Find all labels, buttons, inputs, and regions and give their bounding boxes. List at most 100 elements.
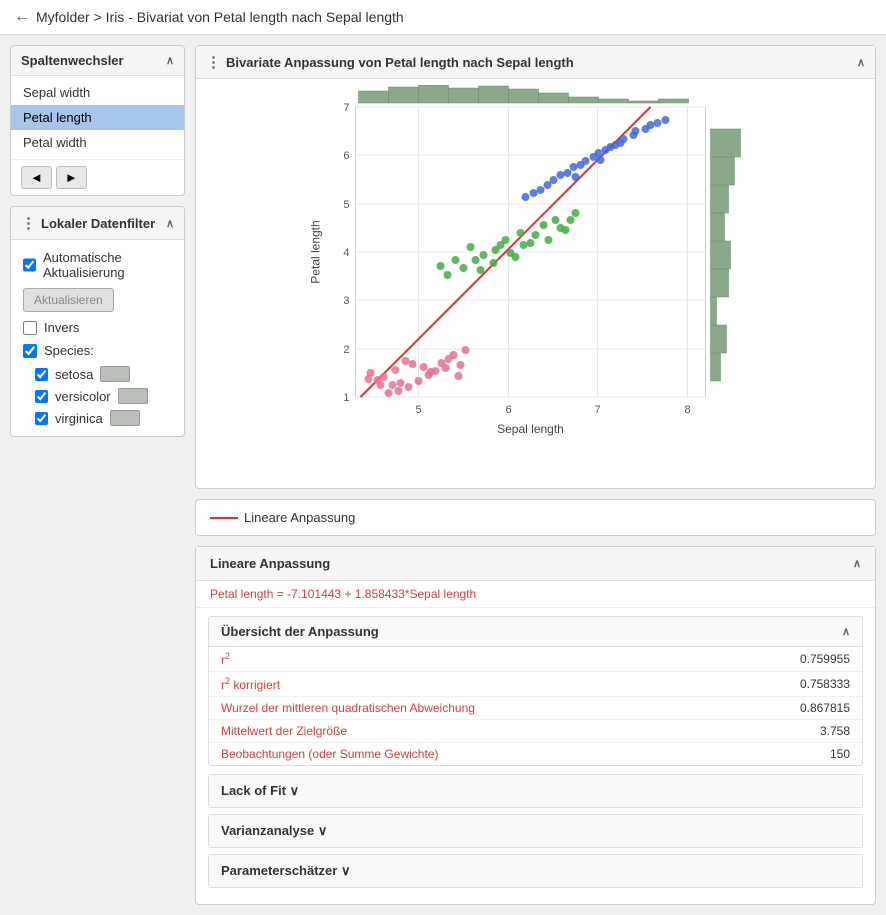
svg-text:8: 8: [684, 404, 690, 416]
parameterschaetzer-label: Parameterschätzer ∨: [221, 863, 350, 879]
spaltenwechsler-chevron[interactable]: ∧: [166, 54, 174, 67]
legend-line: [210, 517, 238, 519]
auto-update-row: Automatische Aktualisierung: [23, 250, 172, 280]
svg-text:3: 3: [343, 295, 349, 307]
lack-of-fit-label: Lack of Fit ∨: [221, 783, 299, 799]
legend-panel: Lineare Anpassung: [195, 499, 876, 536]
svg-text:Petal length: Petal length: [309, 220, 323, 283]
species-versicolor: versicolor: [35, 388, 172, 404]
ubersicht-section: Übersicht der Anpassung ∧ r2 0.759955 r2…: [208, 616, 863, 766]
datenfilter-panel: ⋮ Lokaler Datenfilter ∧ Automatische Akt…: [10, 206, 185, 437]
svg-text:6: 6: [343, 150, 349, 162]
svg-text:5: 5: [343, 199, 349, 211]
left-panel: Spaltenwechsler ∧ Sepal width Petal leng…: [10, 45, 185, 905]
stat-label-rmse: Wurzel der mittleren quadratischen Abwei…: [209, 697, 725, 720]
ubersicht-header: Übersicht der Anpassung ∧: [209, 617, 862, 647]
fit-title: Lineare Anpassung: [210, 556, 330, 571]
chart-chevron[interactable]: ∧: [857, 56, 865, 69]
datenfilter-chevron[interactable]: ∧: [166, 217, 174, 230]
legend-linear-fit: Lineare Anpassung: [210, 510, 355, 525]
fit-chevron[interactable]: ∧: [853, 557, 861, 570]
stat-label-r2: r2: [209, 647, 725, 672]
stat-value-mean: 3.758: [725, 720, 862, 743]
species-label: Species:: [44, 343, 94, 358]
virginica-color: [110, 410, 140, 426]
versicolor-label: versicolor: [55, 389, 111, 404]
svg-text:7: 7: [594, 404, 600, 416]
stat-label-mean: Mittelwert der Zielgröße: [209, 720, 725, 743]
spaltenwechsler-header: Spaltenwechsler ∧: [11, 46, 184, 76]
right-panel: ⋮ Bivariate Anpassung von Petal length n…: [195, 45, 876, 905]
filter-content: Automatische Aktualisierung Aktualisiere…: [11, 240, 184, 436]
column-list: Sepal width Petal length Petal width: [11, 76, 184, 159]
lack-of-fit-section: Lack of Fit ∨: [208, 774, 863, 808]
chart-dots-icon[interactable]: ⋮: [206, 53, 221, 71]
virginica-label: virginica: [55, 411, 103, 426]
datenfilter-header: ⋮ Lokaler Datenfilter ∧: [11, 207, 184, 240]
svg-text:2: 2: [343, 344, 349, 356]
stat-label-obs: Beobachtungen (oder Summe Gewichte): [209, 743, 725, 766]
auto-update-label: Automatische Aktualisierung: [43, 250, 172, 280]
dots-icon[interactable]: ⋮: [21, 214, 36, 232]
species-setosa: setosa: [35, 366, 172, 382]
auto-update-checkbox[interactable]: [23, 258, 36, 272]
chart-title: Bivariate Anpassung von Petal length nac…: [226, 55, 574, 70]
varianzanalyse-label: Varianzanalyse ∨: [221, 823, 327, 839]
column-item-sepal-width[interactable]: Sepal width: [11, 80, 184, 105]
lack-of-fit-header[interactable]: Lack of Fit ∨: [209, 775, 862, 807]
versicolor-color: [118, 388, 148, 404]
virginica-checkbox[interactable]: [35, 412, 48, 425]
table-row: Beobachtungen (oder Summe Gewichte) 150: [209, 743, 862, 766]
nav-buttons: ◄ ►: [11, 159, 184, 195]
species-indent: setosa versicolor virginica: [23, 366, 172, 426]
svg-text:5: 5: [415, 404, 421, 416]
table-row: r2 korrigiert 0.758333: [209, 672, 862, 697]
datenfilter-title: Lokaler Datenfilter: [41, 216, 155, 231]
topbar: ← Myfolder > Iris - Bivariat von Petal l…: [0, 0, 886, 35]
fit-panel-inner: Petal length = -7.101443 + 1.858433*Sepa…: [196, 581, 875, 904]
svg-text:Sepal length: Sepal length: [497, 422, 564, 436]
setosa-checkbox[interactable]: [35, 368, 48, 381]
species-row: Species:: [23, 343, 172, 358]
svg-text:7: 7: [343, 102, 349, 114]
setosa-label: setosa: [55, 367, 93, 382]
varianzanalyse-header[interactable]: Varianzanalyse ∨: [209, 815, 862, 847]
breadcrumb: Myfolder > Iris - Bivariat von Petal len…: [36, 9, 404, 25]
main-layout: Spaltenwechsler ∧ Sepal width Petal leng…: [0, 35, 886, 915]
ubersicht-title: Übersicht der Anpassung: [221, 624, 379, 639]
stat-value-r2-corr: 0.758333: [725, 672, 862, 697]
ubersicht-chevron[interactable]: ∧: [842, 625, 850, 638]
fit-panel: Lineare Anpassung ∧ Petal length = -7.10…: [195, 546, 876, 905]
next-button[interactable]: ►: [56, 166, 87, 189]
back-button[interactable]: ←: [14, 8, 30, 26]
setosa-color: [100, 366, 130, 382]
species-checkbox[interactable]: [23, 344, 37, 358]
fit-equation: Petal length = -7.101443 + 1.858433*Sepa…: [196, 581, 875, 608]
table-row: r2 0.759955: [209, 647, 862, 672]
column-item-petal-width[interactable]: Petal width: [11, 130, 184, 155]
table-row: Mittelwert der Zielgröße 3.758: [209, 720, 862, 743]
table-row: Wurzel der mittleren quadratischen Abwei…: [209, 697, 862, 720]
svg-text:1: 1: [343, 392, 349, 404]
invers-checkbox[interactable]: [23, 321, 37, 335]
spaltenwechsler-panel: Spaltenwechsler ∧ Sepal width Petal leng…: [10, 45, 185, 196]
svg-text:4: 4: [343, 247, 349, 259]
column-item-petal-length[interactable]: Petal length: [11, 105, 184, 130]
varianzanalyse-section: Varianzanalyse ∨: [208, 814, 863, 848]
prev-button[interactable]: ◄: [21, 166, 52, 189]
invers-label: Invers: [44, 320, 79, 335]
legend-label: Lineare Anpassung: [244, 510, 355, 525]
fit-header: Lineare Anpassung ∧: [196, 547, 875, 581]
versicolor-checkbox[interactable]: [35, 390, 48, 403]
chart-area: 7 6 5 4 3 2 1 5 6 7 8 Petal length Sepal…: [196, 79, 875, 488]
species-virginica: virginica: [35, 410, 172, 426]
invers-row: Invers: [23, 320, 172, 335]
stat-value-obs: 150: [725, 743, 862, 766]
stat-label-r2-corr: r2 korrigiert: [209, 672, 725, 697]
svg-text:6: 6: [505, 404, 511, 416]
aktualisieren-button[interactable]: Aktualisieren: [23, 288, 114, 312]
stats-table: r2 0.759955 r2 korrigiert 0.758333 Wurze…: [209, 647, 862, 765]
chart-panel-header: ⋮ Bivariate Anpassung von Petal length n…: [196, 46, 875, 79]
stat-value-r2: 0.759955: [725, 647, 862, 672]
chart-panel: ⋮ Bivariate Anpassung von Petal length n…: [195, 45, 876, 489]
